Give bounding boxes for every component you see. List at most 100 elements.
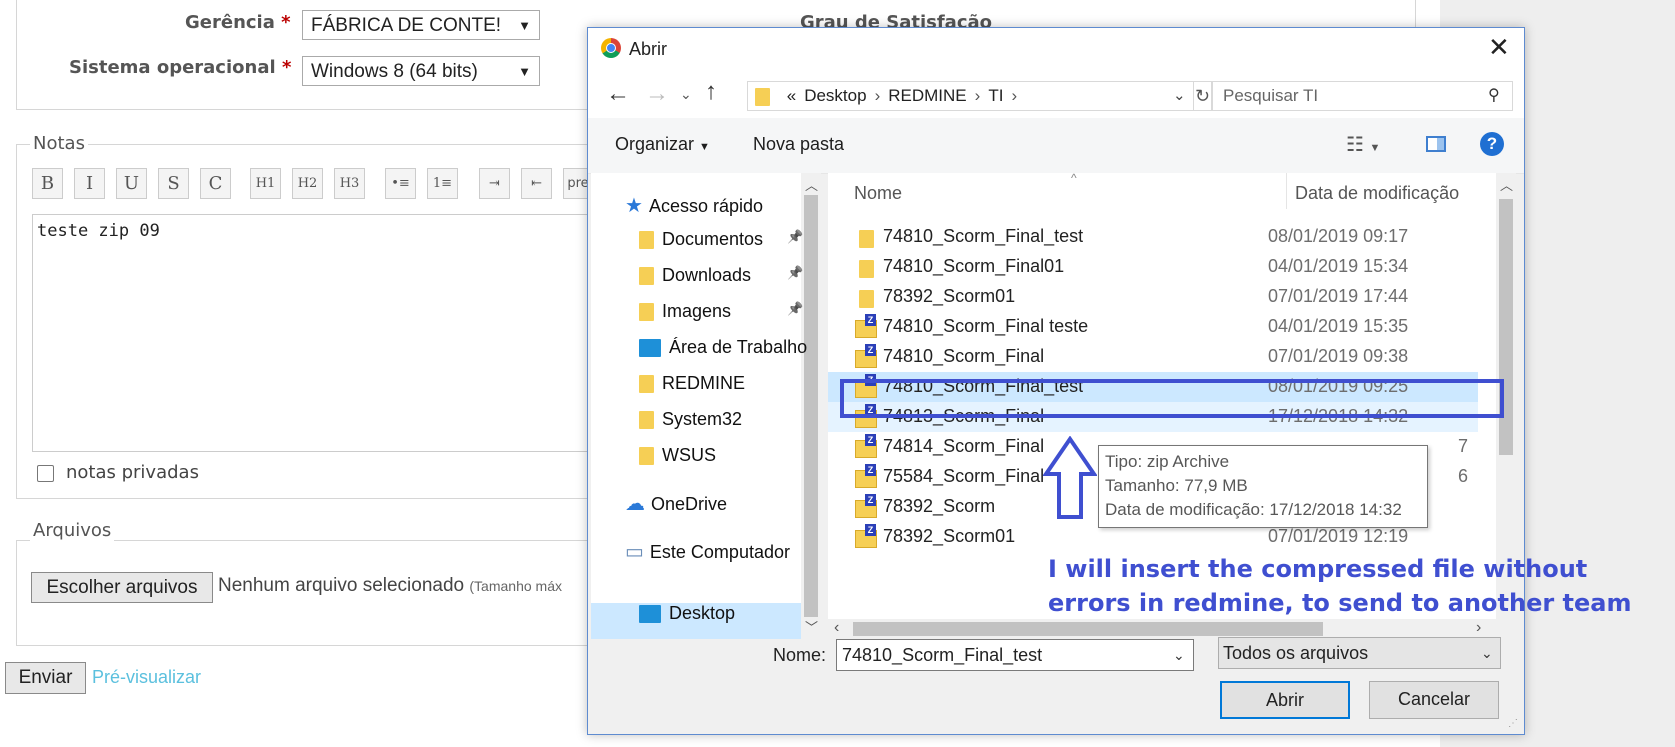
nav-item-label: Imagens: [662, 301, 732, 321]
up-arrow-icon[interactable]: ↑: [705, 78, 717, 106]
scroll-up-icon[interactable]: ︿: [1500, 175, 1513, 194]
file-name: 74810_Scorm_Final teste: [883, 316, 1089, 336]
private-notes-checkbox[interactable]: [37, 465, 54, 482]
toolbar-button-9[interactable]: •≡: [385, 168, 416, 199]
breadcrumb-separator-icon[interactable]: ›: [975, 86, 981, 105]
sistema-label: Sistema operacional *: [69, 57, 292, 78]
file-row[interactable]: 78392_Scorm01 07/01/2019 17:44: [828, 282, 1478, 312]
scroll-left-icon[interactable]: ‹: [834, 619, 839, 637]
toolbar-button-7[interactable]: H2: [292, 168, 323, 199]
tooltip-size: Tamanho: 77,9 MB: [1105, 476, 1248, 495]
recent-chevron-icon[interactable]: ⌄: [680, 86, 692, 103]
toolbar-button-12[interactable]: ⇤: [521, 168, 552, 199]
file-date: 04/01/2019 15:34: [1268, 256, 1409, 276]
file-row[interactable]: 74810_Scorm_Final_test 08/01/2019 09:17: [828, 222, 1478, 252]
nav-item-system32[interactable]: System32: [639, 409, 742, 430]
breadcrumb-item[interactable]: REDMINE: [888, 86, 966, 105]
pin-icon[interactable]: 📌: [787, 301, 803, 317]
submit-button[interactable]: Enviar: [5, 662, 86, 694]
file-tooltip: Tipo: zip Archive Tamanho: 77,9 MB Data …: [1098, 445, 1428, 528]
nav-item-label: Acesso rápido: [648, 196, 764, 216]
cloud-icon: ☁: [625, 493, 645, 515]
sort-arrow-icon: ^: [1071, 173, 1077, 185]
chevron-down-icon: ⌄: [1481, 645, 1493, 661]
file-date: 04/01/2019 15:35: [1268, 316, 1409, 336]
refresh-icon[interactable]: ↻: [1194, 81, 1212, 111]
files-hscroll-thumb[interactable]: [853, 622, 1323, 636]
toolbar-button-6[interactable]: H1: [250, 168, 281, 199]
toolbar-button-5[interactable]: C: [200, 168, 231, 199]
file-name: 78392_Scorm: [883, 496, 996, 516]
gerencia-select[interactable]: FÁBRICA DE CONTE! ▼: [302, 10, 540, 40]
breadcrumb-separator-icon[interactable]: ›: [1011, 86, 1017, 105]
organize-button[interactable]: Organizar ▼: [615, 134, 710, 155]
file-name: 74810_Scorm_Final_test: [883, 226, 1084, 246]
nav-item-acesso-r-pido[interactable]: ★ Acesso rápido: [625, 193, 763, 218]
nav-item-downloads[interactable]: Downloads 📌: [639, 265, 803, 286]
column-header-date[interactable]: Data de modificação: [1295, 183, 1459, 204]
toolbar-button-3[interactable]: U: [116, 168, 147, 199]
notes-textarea[interactable]: teste zip 09: [32, 214, 592, 452]
search-input[interactable]: Pesquisar TI ⚲: [1212, 81, 1513, 111]
breadcrumb-overflow[interactable]: «: [787, 86, 796, 105]
back-arrow-icon[interactable]: ←: [606, 80, 630, 108]
nav-item-documentos[interactable]: Documentos 📌: [639, 229, 803, 250]
breadcrumb-item[interactable]: Desktop: [804, 86, 866, 105]
scroll-right-icon[interactable]: ›: [1476, 619, 1481, 637]
sistema-select[interactable]: Windows 8 (64 bits) ▼: [302, 56, 540, 86]
annotation-highlight-box: [840, 379, 1504, 418]
nav-item-redmine[interactable]: REDMINE: [639, 373, 745, 394]
filetype-select[interactable]: Todos os arquivos ⌄: [1218, 637, 1501, 669]
nav-item-este-computador[interactable]: ▭ Este Computador: [625, 539, 790, 564]
toolbar-button-8[interactable]: H3: [334, 168, 365, 199]
new-folder-button[interactable]: Nova pasta: [753, 134, 844, 155]
toolbar-button-4[interactable]: S: [158, 168, 189, 199]
resize-grip-icon[interactable]: ⋰: [1508, 718, 1518, 729]
view-options-icon[interactable]: ☷ ▼: [1346, 132, 1380, 157]
nav-item-label: Área de Trabalho: [669, 337, 808, 357]
no-file-label: Nenhum arquivo selecionado (Tamanho máx: [218, 575, 562, 596]
file-row[interactable]: Z 74810_Scorm_Final 07/01/2019 09:38: [828, 342, 1478, 372]
nav-item-onedrive[interactable]: ☁ OneDrive: [625, 491, 727, 516]
address-bar[interactable]: « Desktop › REDMINE › TI › ⌄: [747, 81, 1194, 111]
toolbar-button-2[interactable]: I: [74, 168, 105, 199]
scroll-down-icon[interactable]: ﹀: [805, 617, 818, 636]
pin-icon[interactable]: 📌: [787, 229, 803, 245]
file-row[interactable]: Z 74810_Scorm_Final teste 04/01/2019 15:35: [828, 312, 1478, 342]
open-button[interactable]: Abrir: [1220, 681, 1350, 719]
preview-pane-icon[interactable]: [1426, 136, 1446, 152]
toolbar-button-1[interactable]: B: [32, 168, 63, 199]
breadcrumb-item[interactable]: TI: [988, 86, 1003, 105]
folder-icon: [859, 260, 874, 279]
nav-item-label: REDMINE: [662, 373, 746, 393]
pin-icon[interactable]: 📌: [787, 265, 803, 281]
files-horizontal-scrollbar[interactable]: ‹ ›: [828, 619, 1516, 639]
column-header-name[interactable]: Nome: [854, 183, 902, 204]
nav-item-imagens[interactable]: Imagens 📌: [639, 301, 803, 322]
chevron-down-icon[interactable]: ⌄: [1173, 640, 1185, 670]
preview-link[interactable]: Pré-visualizar: [92, 667, 201, 688]
cancel-button[interactable]: Cancelar: [1369, 681, 1499, 719]
breadcrumb-separator-icon[interactable]: ›: [875, 86, 881, 105]
annotation-text: I will insert the compressed file withou…: [1048, 555, 1632, 617]
nav-item--rea-de-trabalho[interactable]: Área de Trabalho: [639, 337, 807, 358]
forward-arrow-icon[interactable]: →: [645, 80, 669, 108]
toolbar-button-10[interactable]: 1≡: [427, 168, 458, 199]
nav-scroll-thumb[interactable]: [804, 195, 818, 617]
folder-icon: [639, 447, 654, 466]
file-date: 08/01/2019 09:17: [1268, 226, 1409, 246]
close-icon[interactable]: ✕: [1488, 32, 1510, 63]
private-notes-label: notas privadas: [66, 462, 199, 483]
help-icon[interactable]: ?: [1480, 132, 1504, 156]
scroll-up-icon[interactable]: ︿: [805, 175, 818, 194]
nav-item-wsus[interactable]: WSUS: [639, 445, 716, 466]
address-chevron-icon[interactable]: ⌄: [1173, 82, 1186, 110]
nav-item-desktop[interactable]: Desktop: [639, 603, 735, 624]
file-row[interactable]: 74810_Scorm_Final01 04/01/2019 15:34: [828, 252, 1478, 282]
chevron-down-icon: ▼: [518, 64, 531, 79]
filename-input[interactable]: 74810_Scorm_Final_test ⌄: [836, 639, 1194, 671]
toolbar-button-11[interactable]: ⇥: [479, 168, 510, 199]
nav-scrollbar[interactable]: ︿ ﹀: [801, 173, 821, 639]
choose-files-button[interactable]: Escolher arquivos: [31, 572, 213, 603]
file-name: 78392_Scorm01: [883, 526, 1016, 546]
